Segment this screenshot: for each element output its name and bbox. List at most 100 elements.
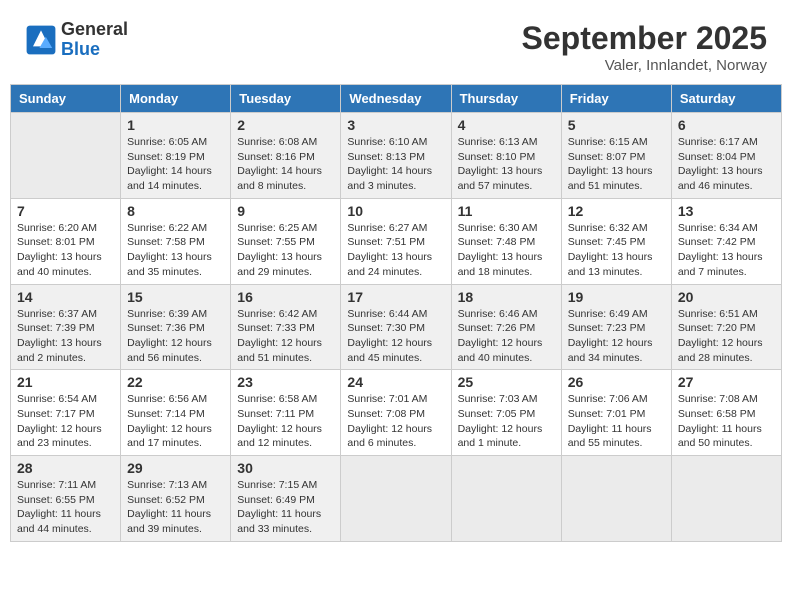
day-number: 22 <box>127 374 224 390</box>
day-info: Sunrise: 6:56 AM Sunset: 7:14 PM Dayligh… <box>127 392 224 451</box>
day-info: Sunrise: 6:51 AM Sunset: 7:20 PM Dayligh… <box>678 307 775 366</box>
day-info: Sunrise: 6:58 AM Sunset: 7:11 PM Dayligh… <box>237 392 334 451</box>
day-number: 16 <box>237 289 334 305</box>
calendar-day-cell: 1Sunrise: 6:05 AM Sunset: 8:19 PM Daylig… <box>121 113 231 199</box>
calendar-day-cell: 22 Sunrise: 6:56 AM Sunset: 7:14 PM Dayli… <box>121 370 231 456</box>
day-info: Sunrise: 6:13 AM Sunset: 8:10 PM Dayligh… <box>458 135 555 194</box>
day-number: 12 <box>568 203 665 219</box>
calendar-day-cell: 2Sunrise: 6:08 AM Sunset: 8:16 PM Daylig… <box>231 113 341 199</box>
day-number: 28 <box>17 460 114 476</box>
calendar-day-cell: 5 Sunrise: 6:15 AM Sunset: 8:07 PM Daylig… <box>561 113 671 199</box>
calendar-week-row: 1Sunrise: 6:05 AM Sunset: 8:19 PM Daylig… <box>11 113 782 199</box>
calendar-day-cell: 16 Sunrise: 6:42 AM Sunset: 7:33 PM Dayli… <box>231 284 341 370</box>
calendar-day-cell: 3 Sunrise: 6:10 AM Sunset: 8:13 PM Daylig… <box>341 113 451 199</box>
calendar-day-cell: 24Sunrise: 7:01 AM Sunset: 7:08 PM Dayli… <box>341 370 451 456</box>
day-number: 5 <box>568 117 665 133</box>
calendar-day-cell: 23 Sunrise: 6:58 AM Sunset: 7:11 PM Dayli… <box>231 370 341 456</box>
day-number: 21 <box>17 374 114 390</box>
calendar-week-row: 7 Sunrise: 6:20 AM Sunset: 8:01 PM Daylig… <box>11 198 782 284</box>
day-info: Sunrise: 7:15 AM Sunset: 6:49 PM Dayligh… <box>237 478 334 537</box>
day-info: Sunrise: 7:08 AM Sunset: 6:58 PM Dayligh… <box>678 392 775 451</box>
calendar-day-cell: 27 Sunrise: 7:08 AM Sunset: 6:58 PM Dayli… <box>671 370 781 456</box>
day-number: 7 <box>17 203 114 219</box>
day-number: 30 <box>237 460 334 476</box>
day-number: 25 <box>458 374 555 390</box>
calendar-day-cell: 29 Sunrise: 7:13 AM Sunset: 6:52 PM Dayli… <box>121 456 231 542</box>
day-info: Sunrise: 7:01 AM Sunset: 7:08 PM Dayligh… <box>347 392 444 451</box>
calendar-day-cell: 10 Sunrise: 6:27 AM Sunset: 7:51 PM Dayli… <box>341 198 451 284</box>
location: Valer, Innlandet, Norway <box>522 57 767 74</box>
day-number: 8 <box>127 203 224 219</box>
weekday-header-row: SundayMondayTuesdayWednesdayThursdayFrid… <box>11 85 782 113</box>
calendar-week-row: 28 Sunrise: 7:11 AM Sunset: 6:55 PM Dayli… <box>11 456 782 542</box>
day-info: Sunrise: 6:34 AM Sunset: 7:42 PM Dayligh… <box>678 221 775 280</box>
day-number: 14 <box>17 289 114 305</box>
day-info: Sunrise: 7:06 AM Sunset: 7:01 PM Dayligh… <box>568 392 665 451</box>
day-number: 3 <box>347 117 444 133</box>
day-info: Sunrise: 6:39 AM Sunset: 7:36 PM Dayligh… <box>127 307 224 366</box>
calendar-day-cell: 15 Sunrise: 6:39 AM Sunset: 7:36 PM Dayli… <box>121 284 231 370</box>
weekday-header-saturday: Saturday <box>671 85 781 113</box>
weekday-header-sunday: Sunday <box>11 85 121 113</box>
day-number: 19 <box>568 289 665 305</box>
day-info: Sunrise: 6:15 AM Sunset: 8:07 PM Dayligh… <box>568 135 665 194</box>
weekday-header-monday: Monday <box>121 85 231 113</box>
weekday-header-friday: Friday <box>561 85 671 113</box>
calendar-day-cell: 12Sunrise: 6:32 AM Sunset: 7:45 PM Dayli… <box>561 198 671 284</box>
day-info: Sunrise: 6:27 AM Sunset: 7:51 PM Dayligh… <box>347 221 444 280</box>
calendar-day-cell: 6Sunrise: 6:17 AM Sunset: 8:04 PM Daylig… <box>671 113 781 199</box>
day-info: Sunrise: 6:42 AM Sunset: 7:33 PM Dayligh… <box>237 307 334 366</box>
calendar-week-row: 14 Sunrise: 6:37 AM Sunset: 7:39 PM Dayli… <box>11 284 782 370</box>
day-number: 20 <box>678 289 775 305</box>
calendar-day-cell <box>341 456 451 542</box>
calendar-day-cell: 28 Sunrise: 7:11 AM Sunset: 6:55 PM Dayli… <box>11 456 121 542</box>
calendar-day-cell: 30 Sunrise: 7:15 AM Sunset: 6:49 PM Dayli… <box>231 456 341 542</box>
logo-icon <box>25 24 57 56</box>
calendar-day-cell: 20 Sunrise: 6:51 AM Sunset: 7:20 PM Dayli… <box>671 284 781 370</box>
day-info: Sunrise: 7:11 AM Sunset: 6:55 PM Dayligh… <box>17 478 114 537</box>
calendar-day-cell <box>11 113 121 199</box>
calendar-day-cell: 13 Sunrise: 6:34 AM Sunset: 7:42 PM Dayli… <box>671 198 781 284</box>
day-info: Sunrise: 6:46 AM Sunset: 7:26 PM Dayligh… <box>458 307 555 366</box>
day-info: Sunrise: 6:49 AM Sunset: 7:23 PM Dayligh… <box>568 307 665 366</box>
day-number: 13 <box>678 203 775 219</box>
day-number: 17 <box>347 289 444 305</box>
day-info: Sunrise: 7:03 AM Sunset: 7:05 PM Dayligh… <box>458 392 555 451</box>
day-info: Sunrise: 6:30 AM Sunset: 7:48 PM Dayligh… <box>458 221 555 280</box>
calendar-day-cell: 7 Sunrise: 6:20 AM Sunset: 8:01 PM Daylig… <box>11 198 121 284</box>
day-number: 1 <box>127 117 224 133</box>
calendar-day-cell: 25 Sunrise: 7:03 AM Sunset: 7:05 PM Dayli… <box>451 370 561 456</box>
weekday-header-thursday: Thursday <box>451 85 561 113</box>
day-info: Sunrise: 6:54 AM Sunset: 7:17 PM Dayligh… <box>17 392 114 451</box>
day-info: Sunrise: 6:20 AM Sunset: 8:01 PM Dayligh… <box>17 221 114 280</box>
weekday-header-tuesday: Tuesday <box>231 85 341 113</box>
month-title: September 2025 <box>522 20 767 57</box>
calendar-day-cell: 18Sunrise: 6:46 AM Sunset: 7:26 PM Dayli… <box>451 284 561 370</box>
calendar-day-cell: 4 Sunrise: 6:13 AM Sunset: 8:10 PM Daylig… <box>451 113 561 199</box>
calendar-day-cell <box>561 456 671 542</box>
day-number: 23 <box>237 374 334 390</box>
day-info: Sunrise: 6:10 AM Sunset: 8:13 PM Dayligh… <box>347 135 444 194</box>
day-number: 6 <box>678 117 775 133</box>
calendar-day-cell <box>451 456 561 542</box>
page-header: General Blue September 2025 Valer, Innla… <box>10 10 782 79</box>
day-info: Sunrise: 7:13 AM Sunset: 6:52 PM Dayligh… <box>127 478 224 537</box>
day-info: Sunrise: 6:37 AM Sunset: 7:39 PM Dayligh… <box>17 307 114 366</box>
calendar-day-cell: 9Sunrise: 6:25 AM Sunset: 7:55 PM Daylig… <box>231 198 341 284</box>
title-block: September 2025 Valer, Innlandet, Norway <box>522 20 767 74</box>
day-number: 10 <box>347 203 444 219</box>
logo-blue: Blue <box>61 40 128 60</box>
calendar-day-cell: 8 Sunrise: 6:22 AM Sunset: 7:58 PM Daylig… <box>121 198 231 284</box>
day-info: Sunrise: 6:22 AM Sunset: 7:58 PM Dayligh… <box>127 221 224 280</box>
day-number: 2 <box>237 117 334 133</box>
day-number: 27 <box>678 374 775 390</box>
day-number: 9 <box>237 203 334 219</box>
calendar-day-cell <box>671 456 781 542</box>
logo-general: General <box>61 20 128 40</box>
calendar-day-cell: 17 Sunrise: 6:44 AM Sunset: 7:30 PM Dayli… <box>341 284 451 370</box>
day-number: 4 <box>458 117 555 133</box>
day-number: 29 <box>127 460 224 476</box>
day-info: Sunrise: 6:44 AM Sunset: 7:30 PM Dayligh… <box>347 307 444 366</box>
calendar-day-cell: 21 Sunrise: 6:54 AM Sunset: 7:17 PM Dayli… <box>11 370 121 456</box>
day-number: 15 <box>127 289 224 305</box>
